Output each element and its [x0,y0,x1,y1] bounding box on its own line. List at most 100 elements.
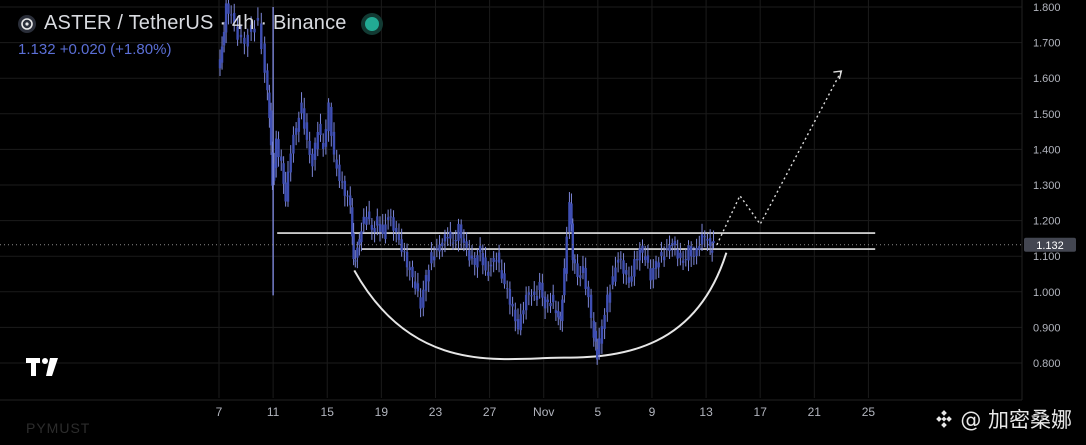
candle-body [579,275,582,278]
y-tick-label: 1.100 [1033,251,1061,263]
candle-body [633,259,636,277]
candle-body [641,245,644,253]
candle-body [638,248,641,261]
candle-body [484,257,487,271]
candle-body [625,270,628,275]
candle-body [297,117,301,132]
candle-body [657,262,660,268]
faint-caption: PYMUST [26,420,91,436]
grid [0,0,1022,398]
candle-body [549,303,552,307]
candle-body [313,142,317,160]
candle-body [349,195,352,206]
candle-body [269,110,273,146]
y-tick-label: 1.700 [1033,38,1061,50]
candle-body [335,159,338,169]
candle-body [311,153,314,167]
candle-body [535,295,539,301]
x-tick-label: 11 [267,405,280,419]
y-tick-label: 1.600 [1033,73,1061,85]
candle-body [668,245,671,252]
candle-body [411,266,414,278]
x-tick-label: 23 [429,405,443,419]
candle-body [449,231,452,239]
candle-body [662,256,666,261]
candle-body [660,252,663,256]
y-tick-label: 1.000 [1033,287,1061,299]
candle-body [319,123,322,136]
x-tick-label: 17 [754,405,768,419]
y-tick-label: 0.900 [1033,322,1061,334]
price-chart[interactable]: 1.132 1.800 1.700 1.600 1.500 1.400 1.300 1.20… [0,0,1086,440]
candle-body [581,266,585,274]
x-tick-label: 15 [321,405,335,419]
candle-body [284,182,287,202]
candle-body [332,131,336,155]
candle-body [627,277,631,283]
last-price-label: 1.132 [1036,240,1064,252]
candle-body [405,251,409,268]
tradingview-logo-icon[interactable] [26,356,66,383]
candle-body [422,289,425,308]
candle-body [538,281,541,291]
y-tick-label: 1.800 [1033,2,1061,14]
candle-body [492,257,495,263]
candle-body [354,260,357,262]
candle-body [589,294,593,318]
candle-body [462,238,466,243]
candle-body [397,234,401,240]
candle-body [646,255,650,263]
candle-body [508,289,512,305]
candle-body [470,255,474,259]
candle-body [514,309,517,322]
candle-body [611,276,614,285]
candle-body [712,241,715,244]
x-tick-label: 13 [699,405,713,419]
candle-body [343,180,347,196]
candle-body [280,156,283,161]
candle-body [708,237,712,246]
candle-body [378,224,382,232]
watermark-text: @ 加密桑娜 [960,408,1072,432]
candle-body [576,263,579,277]
candle-body [511,303,514,307]
y-tick-label: 1.500 [1033,109,1061,121]
candle-body [489,264,493,267]
chart-area[interactable]: 1.132 1.800 1.700 1.600 1.500 1.400 1.300 1.20… [0,0,1086,440]
candle-body [530,295,533,297]
candle-body [340,181,344,183]
candle-body [468,250,471,261]
candle-body [321,142,325,149]
candle-body [681,260,685,263]
candle-body [432,256,436,261]
candle-body [308,140,311,155]
candle-body [616,259,620,263]
candle-body [643,256,647,261]
candle-body [367,211,371,220]
candle-body [465,241,468,248]
candle-body [389,216,393,218]
candle-body [395,227,398,233]
candle-body [413,281,417,289]
candle-body [289,153,292,173]
binance-diamond-icon [936,410,953,428]
candle-body [684,259,687,261]
symbol-title[interactable]: ASTER / TetherUS · 4h · Binance [44,12,347,35]
candle-body [365,216,368,225]
candle-body [459,224,463,239]
symbol-legend: ASTER / TetherUS · 4h · Binance 1.132 +0… [18,12,379,58]
candle-body [443,234,447,242]
candle-body [487,271,490,276]
x-tick-label: 25 [862,405,876,419]
candle-body [565,236,568,274]
candle-body [303,108,306,129]
candle-body [573,259,577,264]
x-tick-label: 9 [649,405,656,419]
candle-body [533,291,536,295]
candle-body [438,244,441,252]
y-tick-label: 1.400 [1033,144,1061,156]
candle-body [665,248,669,250]
candle-body [316,131,319,150]
candle-body [652,268,655,280]
candle-body [571,223,575,261]
